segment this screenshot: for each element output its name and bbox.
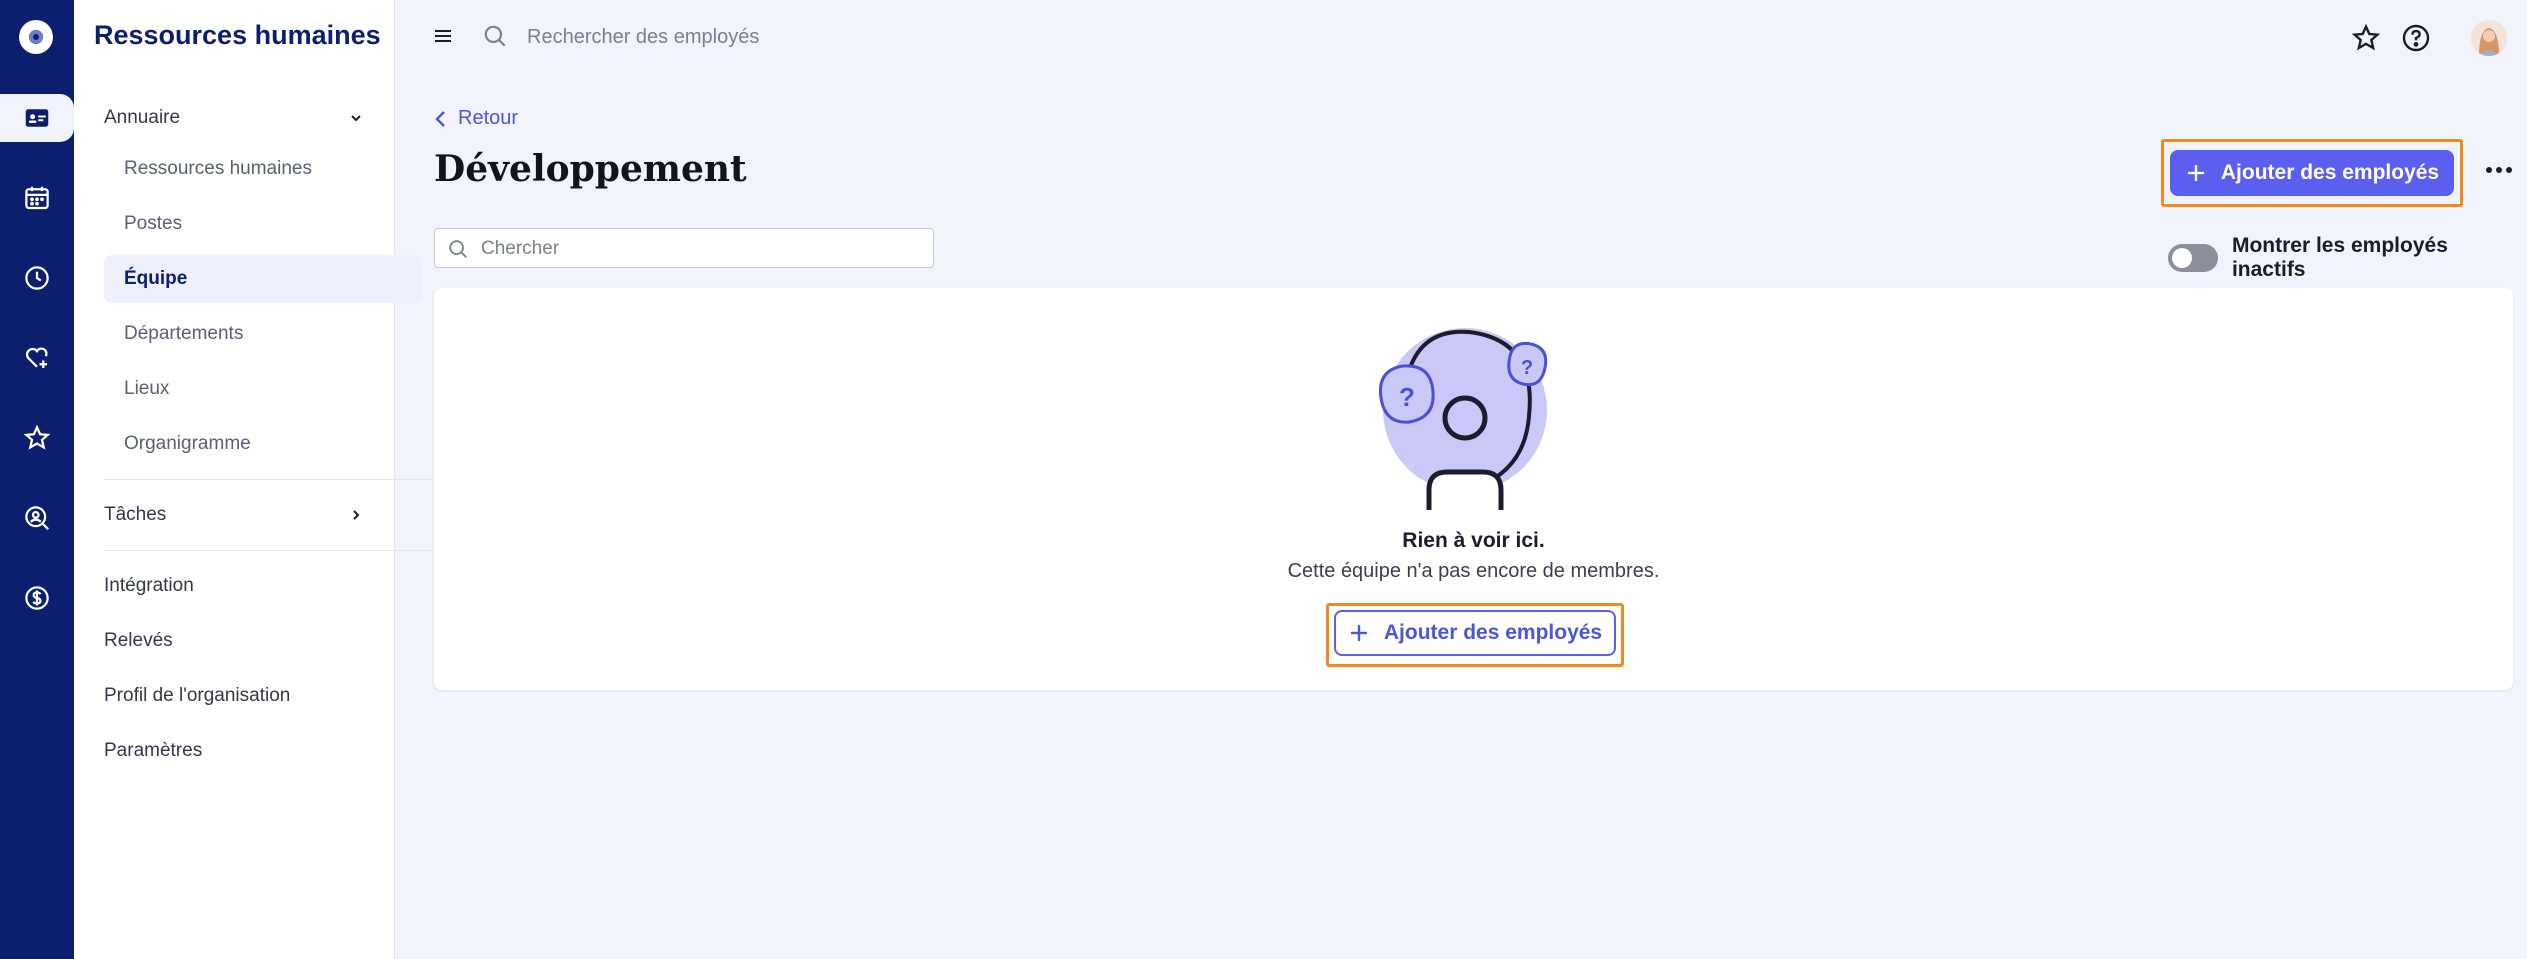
sidebar-item-releves[interactable]: Relevés bbox=[104, 630, 173, 652]
employee-search-input[interactable] bbox=[525, 20, 929, 54]
avatar[interactable] bbox=[2471, 20, 2507, 56]
id-card-icon bbox=[25, 109, 49, 127]
inactive-employees-label: Montrer les employés inactifs bbox=[2231, 234, 2448, 281]
rail-item-recruiting[interactable] bbox=[0, 494, 74, 542]
inactive-employees-toggle-row: Montrer les employés inactifs bbox=[2168, 234, 2527, 282]
clock-icon bbox=[25, 266, 49, 290]
rail-item-performance[interactable] bbox=[0, 414, 74, 462]
sidebar-item-organigramme[interactable]: Organigramme bbox=[104, 420, 422, 468]
menu-icon[interactable] bbox=[431, 24, 455, 48]
empty-add-employees-button[interactable]: Ajouter des employés bbox=[1334, 610, 1616, 656]
heart-plus-icon bbox=[25, 347, 48, 368]
svg-text:?: ? bbox=[1399, 382, 1415, 412]
sidebar-group-taches[interactable]: Tâches bbox=[104, 504, 166, 526]
chevron-right-icon[interactable] bbox=[348, 507, 364, 523]
empty-add-employees-label: Ajouter des employés bbox=[1383, 621, 1603, 644]
empty-state-subtitle: Cette équipe n'a pas encore de membres. bbox=[1287, 560, 1660, 582]
sidebar-item-parametres[interactable]: Paramètres bbox=[104, 740, 202, 762]
sidebar-item-equipe[interactable]: Équipe bbox=[104, 255, 422, 303]
sidebar-item-lieux[interactable]: Lieux bbox=[104, 365, 422, 413]
empty-state-title: Rien à voir ici. bbox=[1402, 529, 1545, 552]
empty-team-illustration: ? ? bbox=[1378, 328, 1548, 510]
sidebar-item-departements[interactable]: Départements bbox=[104, 310, 422, 358]
rail-item-calendar[interactable] bbox=[0, 174, 74, 222]
back-link[interactable]: Retour bbox=[434, 107, 518, 130]
app-rail bbox=[0, 0, 74, 959]
plus-icon bbox=[2187, 165, 2204, 181]
more-options-icon[interactable] bbox=[2484, 158, 2514, 182]
calendar-icon bbox=[25, 186, 49, 210]
help-icon[interactable] bbox=[2400, 22, 2432, 54]
sidebar-item-postes[interactable]: Postes bbox=[104, 200, 422, 248]
team-search-input[interactable] bbox=[479, 233, 923, 265]
inactive-employees-toggle[interactable] bbox=[2168, 244, 2218, 272]
sidebar-title: Ressources humaines bbox=[94, 20, 381, 50]
back-label: Retour bbox=[458, 107, 519, 129]
page-title: Développement bbox=[434, 148, 747, 190]
empty-state-card: ? ? Rien à voir ici. Cette équipe n'a pa… bbox=[434, 288, 2513, 690]
dollar-icon bbox=[25, 586, 49, 610]
sidebar-item-profil-organisation[interactable]: Profil de l'organisation bbox=[104, 685, 290, 707]
team-search-field[interactable] bbox=[434, 228, 934, 268]
svg-text:?: ? bbox=[1521, 357, 1533, 379]
chevron-left-icon bbox=[435, 110, 445, 127]
star-icon[interactable] bbox=[2350, 22, 2382, 54]
rail-item-time[interactable] bbox=[0, 254, 74, 302]
sidebar-divider bbox=[104, 550, 442, 551]
plus-icon bbox=[1350, 625, 1367, 641]
star-icon bbox=[23, 424, 51, 450]
sidebar: Ressources humaines Annuaire Ressources … bbox=[74, 0, 442, 959]
sidebar-divider bbox=[104, 479, 442, 480]
add-employees-button[interactable]: Ajouter des employés bbox=[2170, 150, 2454, 196]
add-employees-label: Ajouter des employés bbox=[2220, 161, 2440, 184]
rail-item-directory[interactable] bbox=[0, 94, 74, 142]
chevron-down-icon[interactable] bbox=[348, 110, 364, 126]
search-person-icon bbox=[25, 506, 50, 531]
search-icon bbox=[484, 25, 506, 47]
logo-icon[interactable] bbox=[19, 20, 53, 54]
rail-item-wellness[interactable] bbox=[0, 334, 74, 382]
search-icon bbox=[449, 240, 467, 258]
sidebar-group-annuaire[interactable]: Annuaire bbox=[104, 107, 180, 129]
rail-item-payroll[interactable] bbox=[0, 574, 74, 622]
sidebar-item-integration[interactable]: Intégration bbox=[104, 575, 194, 597]
sidebar-item-ressources-humaines[interactable]: Ressources humaines bbox=[104, 145, 422, 193]
